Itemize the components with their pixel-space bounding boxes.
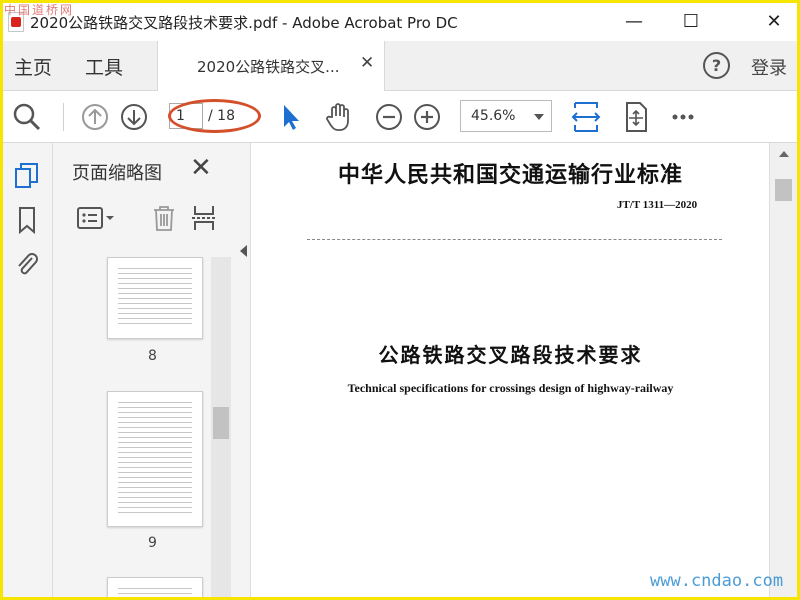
zoom-in-icon <box>414 104 440 130</box>
login-button[interactable]: 登录 <box>751 54 787 80</box>
panel-title: 页面缩略图 <box>72 163 162 184</box>
standard-heading: 中华人民共和国交通运输行业标准 <box>337 162 683 188</box>
home-tab[interactable]: 主页 <box>14 53 52 80</box>
trash-icon <box>154 206 174 231</box>
collapse-panel-icon[interactable] <box>240 245 247 257</box>
fit-width-button[interactable] <box>568 99 604 135</box>
page-down-icon <box>121 104 147 130</box>
thumbnail-page[interactable] <box>107 257 203 339</box>
delete-pages-button[interactable] <box>149 203 179 237</box>
attachments-button[interactable] <box>12 249 42 279</box>
more-icon <box>672 114 694 120</box>
thumbnails-panel: 页面缩略图 ✕ 8 9 <box>53 143 251 597</box>
watermark-top: 中国道桥网 <box>4 3 75 17</box>
search-icon <box>13 103 41 131</box>
bookmark-icon <box>19 207 35 235</box>
document-scrollbar[interactable] <box>769 143 797 597</box>
toolbar: 1 / 18 45.6% <box>3 91 797 143</box>
title-bar: 2020公路铁路交叉路段技术要求.pdf - Adobe Acrobat Pro… <box>3 3 797 41</box>
minimize-button[interactable]: — <box>611 3 657 41</box>
fit-page-icon <box>626 102 647 132</box>
thumbnail-scroll-thumb[interactable] <box>213 407 229 439</box>
crop-pages-button[interactable] <box>189 203 219 237</box>
toolbar-divider <box>63 103 64 131</box>
select-tool-button[interactable] <box>273 99 309 135</box>
menu-bar: 主页 工具 2020公路铁路交叉... ✕ ? 登录 <box>3 41 797 91</box>
thumbnail-options-button[interactable] <box>75 203 115 237</box>
help-button[interactable]: ? <box>703 52 730 79</box>
watermark-bottom: www.cndao.com <box>650 571 784 591</box>
chevron-down-icon <box>534 114 544 120</box>
tools-tab[interactable]: 工具 <box>85 53 123 80</box>
highlight-oval <box>168 99 261 133</box>
hand-tool-button[interactable] <box>321 99 357 135</box>
pdf-page: 中华人民共和国交通运输行业标准 JT/T 1311—2020 公路铁路交叉路段技… <box>252 143 769 597</box>
minimize-icon: — <box>625 11 643 32</box>
fit-page-button[interactable] <box>618 99 654 135</box>
paperclip-icon <box>18 253 38 275</box>
thumbnail-page[interactable] <box>107 391 203 527</box>
zoom-level-value: 45.6% <box>471 108 516 124</box>
maximize-icon: ☐ <box>682 11 700 32</box>
window-title: 2020公路铁路交叉路段技术要求.pdf - Adobe Acrobat Pro… <box>30 14 458 32</box>
previous-page-button[interactable] <box>77 99 113 135</box>
page-up-icon <box>82 104 108 130</box>
close-panel-icon[interactable]: ✕ <box>190 153 212 183</box>
select-cursor-icon <box>284 105 299 130</box>
options-menu-icon <box>77 207 114 229</box>
page-thumbnails-button[interactable] <box>12 161 42 191</box>
acrobat-window: 2020公路铁路交叉路段技术要求.pdf - Adobe Acrobat Pro… <box>3 3 797 597</box>
zoom-in-button[interactable] <box>409 99 445 135</box>
maximize-button[interactable]: ☐ <box>668 3 714 41</box>
document-title: 公路铁路交叉路段技术要求 <box>378 343 643 367</box>
tab-close-icon[interactable]: ✕ <box>360 53 374 73</box>
document-subtitle: Technical specifications for crossings d… <box>347 381 674 395</box>
close-window-button[interactable]: ✕ <box>751 3 797 41</box>
thumbnail-text-lines <box>118 402 192 516</box>
thumbnail-scrollbar[interactable] <box>211 257 231 597</box>
thumbnail-page-number: 9 <box>148 535 157 551</box>
thumbnail-page-number: 8 <box>148 348 157 364</box>
zoom-level-dropdown[interactable]: 45.6% <box>460 100 552 132</box>
document-view[interactable]: 中华人民共和国交通运输行业标准 JT/T 1311—2020 公路铁路交叉路段技… <box>252 143 769 597</box>
next-page-button[interactable] <box>116 99 152 135</box>
thumbnails-icon <box>15 163 38 188</box>
hand-icon <box>326 103 349 131</box>
document-scroll-thumb[interactable] <box>775 179 792 201</box>
left-rail <box>3 143 53 597</box>
fit-width-icon <box>571 102 601 132</box>
thumbnail-text-lines <box>118 268 192 328</box>
bookmarks-button[interactable] <box>12 205 42 235</box>
thumbnail-page[interactable] <box>107 577 203 597</box>
document-tab-label: 2020公路铁路交叉... <box>197 58 340 76</box>
page-split-icon <box>192 206 216 230</box>
search-button[interactable] <box>9 99 45 135</box>
scroll-up-icon[interactable] <box>779 151 789 157</box>
divider <box>307 239 722 240</box>
zoom-out-button[interactable] <box>371 99 407 135</box>
document-tab[interactable]: 2020公路铁路交叉... ✕ <box>157 41 385 91</box>
close-icon: ✕ <box>766 11 782 32</box>
zoom-out-icon <box>376 104 402 130</box>
standard-code: JT/T 1311—2020 <box>617 199 698 211</box>
thumbnail-text-lines <box>118 588 192 597</box>
more-tools-button[interactable] <box>665 99 701 135</box>
